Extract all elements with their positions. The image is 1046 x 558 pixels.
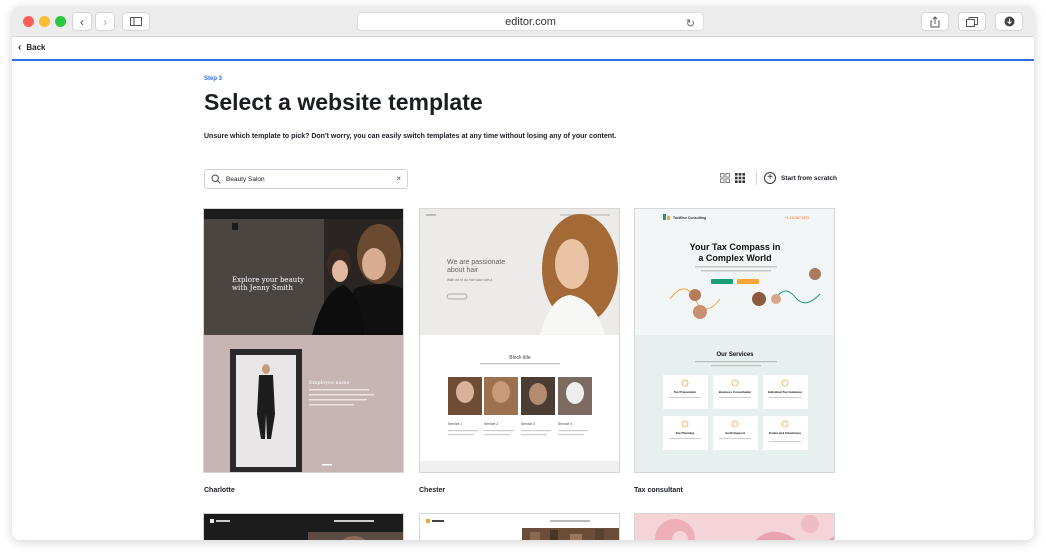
chester-preview: We are passionate about hair Walk out of … (420, 209, 619, 472)
template-card-tax-consultant[interactable]: TaxWise Consulting +1 234 567 8970 Your … (634, 208, 835, 473)
back-nav-button[interactable]: ‹ (72, 12, 92, 31)
svg-text:Audit Support: Audit Support (725, 431, 745, 435)
tax-consultant-preview: TaxWise Consulting +1 234 567 8970 Your … (635, 209, 834, 472)
start-from-scratch-label: Start from scratch (781, 174, 837, 182)
template-name-chester: Chester (419, 487, 446, 494)
template-preview-row2-1 (204, 514, 403, 540)
svg-text:Service 1: Service 1 (448, 422, 462, 426)
template-search-input[interactable]: Beauty Salon × (204, 169, 408, 189)
grid-large-view-icon[interactable] (720, 173, 730, 183)
sidebar-icon (130, 17, 142, 26)
browser-window: ‹ › editor.com ↻ ‹ Back Step 3 Select a we… (12, 6, 1034, 540)
tax-cta: +1 234 567 8970 (785, 216, 809, 220)
svg-text:Business Consultation: Business Consultation (719, 390, 752, 394)
template-card-chester[interactable]: We are passionate about hair Walk out of … (419, 208, 620, 473)
start-from-scratch-button[interactable]: + Start from scratch (764, 171, 837, 185)
svg-text:Individual Tax Guidance: Individual Tax Guidance (768, 390, 803, 394)
svg-text:Estate and Inheritance: Estate and Inheritance (769, 431, 801, 435)
charlotte-preview: Explore your beauty with Jenny Smith Empl… (204, 209, 403, 472)
share-icon (930, 15, 940, 27)
svg-text:Service 4: Service 4 (558, 422, 572, 426)
template-preview-row2-3 (635, 514, 834, 540)
address-bar[interactable]: editor.com ↻ (357, 12, 704, 31)
back-link[interactable]: ‹ Back (18, 42, 45, 53)
plus-circle-icon: + (764, 172, 776, 184)
forward-nav-button[interactable]: › (95, 12, 115, 31)
close-window-button[interactable] (23, 16, 34, 27)
chevron-left-icon: ‹ (80, 14, 84, 29)
chester-hero-text: Walk out of our hair salon with a (447, 278, 492, 282)
share-button[interactable] (921, 12, 949, 31)
reload-icon[interactable]: ↻ (686, 15, 695, 33)
clear-search-button[interactable]: × (396, 174, 401, 183)
svg-text:Tax Preparation: Tax Preparation (674, 390, 697, 394)
template-card-row2-1[interactable] (203, 513, 404, 540)
zoom-window-button[interactable] (55, 16, 66, 27)
template-preview-row2-2 (420, 514, 619, 540)
chevron-left-icon: ‹ (18, 42, 22, 53)
tabs-icon (966, 16, 978, 27)
page-subtitle: Unsure which template to pick? Don't wor… (204, 133, 617, 140)
toolbar-divider (756, 171, 757, 185)
url-text: editor.com (505, 16, 556, 28)
search-value: Beauty Salon (226, 176, 265, 183)
downloads-button[interactable] (995, 12, 1023, 31)
download-icon (1004, 16, 1014, 27)
template-card-row2-3[interactable] (634, 513, 835, 540)
grid-small-view-icon[interactable] (735, 173, 745, 183)
svg-text:Tax Planning: Tax Planning (676, 431, 695, 435)
template-name-charlotte: Charlotte (204, 487, 235, 494)
tax-hero-title: Your Tax Compass in a Complex World (690, 242, 781, 263)
chester-block-title: Block title (509, 355, 531, 361)
svg-text:Service 2: Service 2 (484, 422, 498, 426)
sidebar-toggle-button[interactable] (122, 12, 150, 31)
browser-toolbar: ‹ › editor.com ↻ (12, 6, 1034, 37)
template-picker: Step 3 Select a website template Unsure … (12, 63, 1034, 540)
template-card-row2-2[interactable] (419, 513, 620, 540)
svg-text:Service 3: Service 3 (521, 422, 535, 426)
minimize-window-button[interactable] (39, 16, 50, 27)
tabs-overview-button[interactable] (958, 12, 986, 31)
back-bar: ‹ Back (12, 37, 1034, 61)
step-indicator: Step 3 (204, 76, 223, 82)
search-icon (211, 174, 221, 184)
chevron-right-icon: › (103, 14, 107, 29)
back-label: Back (26, 43, 46, 52)
template-card-charlotte[interactable]: Explore your beauty with Jenny Smith Empl… (203, 208, 404, 473)
page-title: Select a website template (204, 89, 483, 115)
tax-brand: TaxWise Consulting (673, 216, 706, 220)
template-name-tax-consultant: Tax consultant (634, 487, 683, 494)
tax-services-title: Our Services (716, 352, 754, 358)
charlotte-employee-title: Employee name (309, 380, 349, 386)
